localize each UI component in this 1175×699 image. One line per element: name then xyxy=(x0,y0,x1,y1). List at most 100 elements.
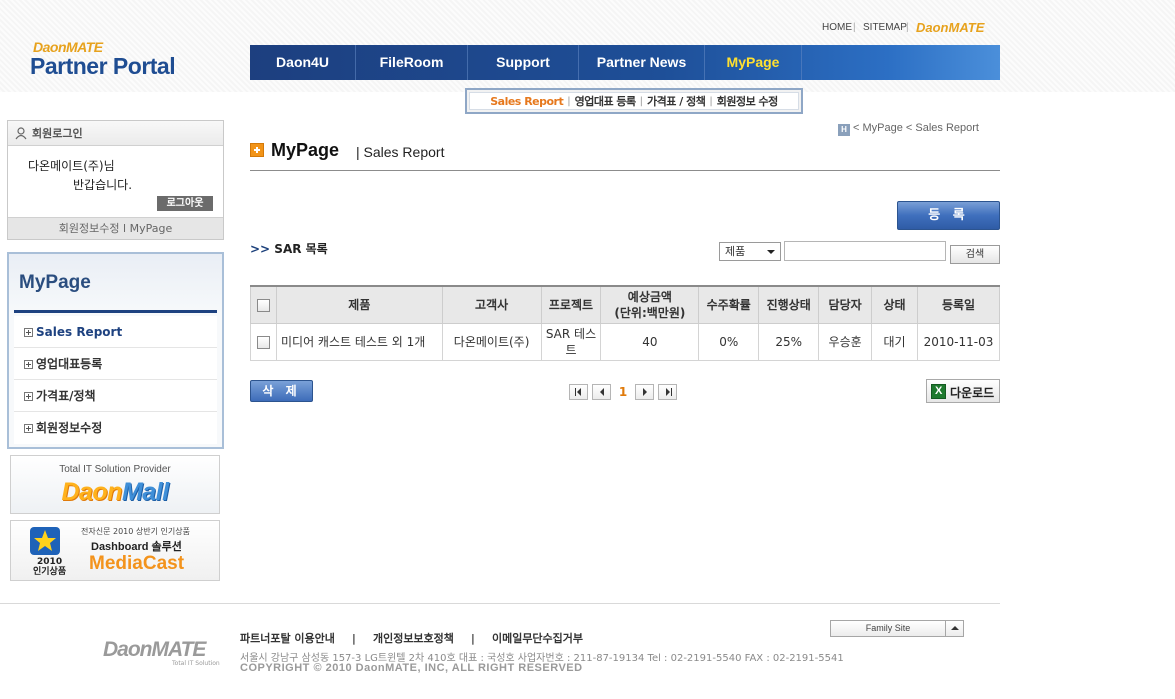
gnb-item-mypage[interactable]: MyPage xyxy=(705,45,801,80)
logout-button[interactable]: 로그아웃 xyxy=(157,196,213,211)
gnb-item-fileroom[interactable]: FileRoom xyxy=(356,45,467,80)
login-user-name: 다온메이트(주)님 xyxy=(28,159,115,173)
next-page-button[interactable] xyxy=(635,384,654,400)
side-menu-item-member-edit[interactable]: 회원정보수정 xyxy=(14,412,217,444)
col-status[interactable]: 상태 xyxy=(871,285,919,324)
row-checkbox[interactable] xyxy=(256,335,270,349)
page-title: MyPage xyxy=(271,140,340,160)
footer-divider xyxy=(0,603,1000,604)
page-number-current[interactable]: 1 xyxy=(615,385,631,399)
pagination: 1 xyxy=(569,384,681,400)
search-button[interactable]: 검색 xyxy=(950,245,1000,264)
table-header-row: 제품 고객사 프로젝트 예상금액 (단위:백만원) 수주확률 진행상태 담당자 상… xyxy=(250,285,1000,324)
login-box-title: 회원로그인 xyxy=(32,127,83,140)
col-project[interactable]: 프로젝트 xyxy=(540,285,602,324)
gnb-item-partner-news[interactable]: Partner News xyxy=(579,45,704,80)
col-product[interactable]: 제품 xyxy=(275,285,443,324)
plus-square-icon xyxy=(250,143,264,157)
col-amount[interactable]: 예상금액 (단위:백만원) xyxy=(600,285,700,324)
plus-box-icon xyxy=(24,392,33,401)
daonmall-logo: DaonMall xyxy=(61,478,169,506)
first-page-button[interactable] xyxy=(569,384,588,400)
login-box-header: 회원로그인 xyxy=(8,121,223,146)
next-page-icon xyxy=(643,388,647,396)
global-nav: Daon4U FileRoom Support Partner News MyP… xyxy=(250,45,1000,80)
sub-nav: Sales Report | 영업대표 등록 | 가격표 / 정책 | 회원정보… xyxy=(465,88,803,114)
footer-logo: DaonMATE xyxy=(103,638,206,661)
util-separator: | xyxy=(853,22,856,33)
search-input[interactable] xyxy=(784,241,946,261)
family-site-select[interactable]: Family Site xyxy=(830,620,964,637)
table-row[interactable]: 미디어 캐스트 테스트 외 1개 다온메이트(주) SAR 테스트 40 0% … xyxy=(250,322,1000,361)
cell-customer: 다온메이트(주) xyxy=(441,322,542,361)
util-brand-logo[interactable]: DaonMATE xyxy=(916,20,984,35)
double-chevron-icon: >> xyxy=(250,242,271,256)
cell-project: SAR 테스트 xyxy=(540,322,602,361)
cell-date: 2010-11-03 xyxy=(917,322,1000,361)
page-subtitle: | Sales Report xyxy=(356,144,445,160)
title-divider xyxy=(250,170,1000,171)
download-button[interactable]: 다운로드 xyxy=(926,379,1000,403)
daonmall-banner[interactable]: Total IT Solution Provider DaonMall xyxy=(10,455,220,514)
first-page-icon xyxy=(575,388,581,396)
gnb-divider xyxy=(801,45,802,80)
plus-box-icon xyxy=(24,424,33,433)
login-box: 회원로그인 다온메이트(주)님 반갑습니다. 로그아웃 회원정보수정 l MyP… xyxy=(7,120,224,240)
col-customer[interactable]: 고객사 xyxy=(441,285,542,324)
select-all-checkbox[interactable] xyxy=(256,298,270,312)
mypage-side-menu: MyPage Sales Report 영업대표등록 가격표/정책 회원정보수정 xyxy=(7,252,224,449)
home-icon[interactable]: H xyxy=(838,124,850,136)
footer-link-email-policy[interactable]: 이메일무단수집거부 xyxy=(492,632,583,645)
footer-link-guide[interactable]: 파트너포탈 이용안내 xyxy=(240,632,335,645)
plus-box-icon xyxy=(24,328,33,337)
user-icon xyxy=(15,127,27,140)
prev-page-button[interactable] xyxy=(592,384,611,400)
col-progress[interactable]: 진행상태 xyxy=(758,285,820,324)
banner-tagline: Total IT Solution Provider xyxy=(59,464,171,475)
util-home-link[interactable]: HOME xyxy=(822,22,852,36)
register-button[interactable]: 등 록 xyxy=(897,201,1000,230)
prev-page-icon xyxy=(600,388,604,396)
subnav-member-edit[interactable]: 회원정보 수정 xyxy=(713,93,782,109)
last-page-icon xyxy=(666,388,672,396)
excel-icon xyxy=(931,384,946,399)
mypage-link[interactable]: MyPage xyxy=(130,222,173,235)
subnav-price-policy[interactable]: 가격표 / 정책 xyxy=(643,93,709,109)
mediacast-banner[interactable]: 2010 인기상품 전자신문 2010 상반기 인기상품 Dashboard 솔루… xyxy=(10,520,220,581)
footer-copyright: COPYRIGHT © 2010 DaonMATE, INC, ALL RIGH… xyxy=(240,662,583,674)
gnb-item-support[interactable]: Support xyxy=(468,45,578,80)
breadcrumb: H < MyPage < Sales Report xyxy=(838,122,979,136)
cell-status: 대기 xyxy=(871,322,919,361)
last-page-button[interactable] xyxy=(658,384,677,400)
chevron-up-icon xyxy=(945,621,963,636)
side-menu-item-sales-rep-register[interactable]: 영업대표등록 xyxy=(14,348,217,380)
footer-link-privacy[interactable]: 개인정보보호정책 xyxy=(373,632,454,645)
col-date[interactable]: 등록일 xyxy=(917,285,1000,324)
cell-manager: 우승훈 xyxy=(818,322,873,361)
col-probability[interactable]: 수주확률 xyxy=(698,285,760,324)
subnav-sales-rep-register[interactable]: 영업대표 등록 xyxy=(571,93,640,109)
side-menu-item-sales-report[interactable]: Sales Report xyxy=(14,316,217,348)
delete-button[interactable]: 삭 제 xyxy=(250,380,313,402)
cell-progress: 25% xyxy=(758,322,820,361)
search-field-select[interactable]: 제품 xyxy=(719,242,781,261)
gnb-item-daon4u[interactable]: Daon4U xyxy=(250,45,355,80)
cell-product[interactable]: 미디어 캐스트 테스트 외 1개 xyxy=(275,322,443,361)
subnav-sales-report[interactable]: Sales Report xyxy=(486,95,567,108)
banner-award-text: 전자신문 2010 상반기 인기상품 xyxy=(81,527,190,536)
util-separator: | xyxy=(906,22,909,33)
award-label: 2010 인기상품 xyxy=(33,557,67,577)
list-title: >> SAR 목록 xyxy=(250,242,328,256)
member-edit-link[interactable]: 회원정보수정 xyxy=(59,222,120,235)
award-star-icon xyxy=(30,527,60,555)
cell-amount: 40 xyxy=(600,322,700,361)
util-sitemap-link[interactable]: SITEMAP xyxy=(863,22,907,36)
side-menu-item-price-policy[interactable]: 가격표/정책 xyxy=(14,380,217,412)
footer-links: 파트너포탈 이용안내 | 개인정보보호정책 | 이메일무단수집거부 xyxy=(240,632,584,645)
chevron-down-icon xyxy=(767,250,775,254)
side-menu-title: MyPage xyxy=(19,272,91,293)
portal-logo-title[interactable]: Partner Portal xyxy=(30,53,176,80)
plus-box-icon xyxy=(24,360,33,369)
col-manager[interactable]: 담당자 xyxy=(818,285,873,324)
sales-report-table: 제품 고객사 프로젝트 예상금액 (단위:백만원) 수주확률 진행상태 담당자 상… xyxy=(250,285,1000,361)
